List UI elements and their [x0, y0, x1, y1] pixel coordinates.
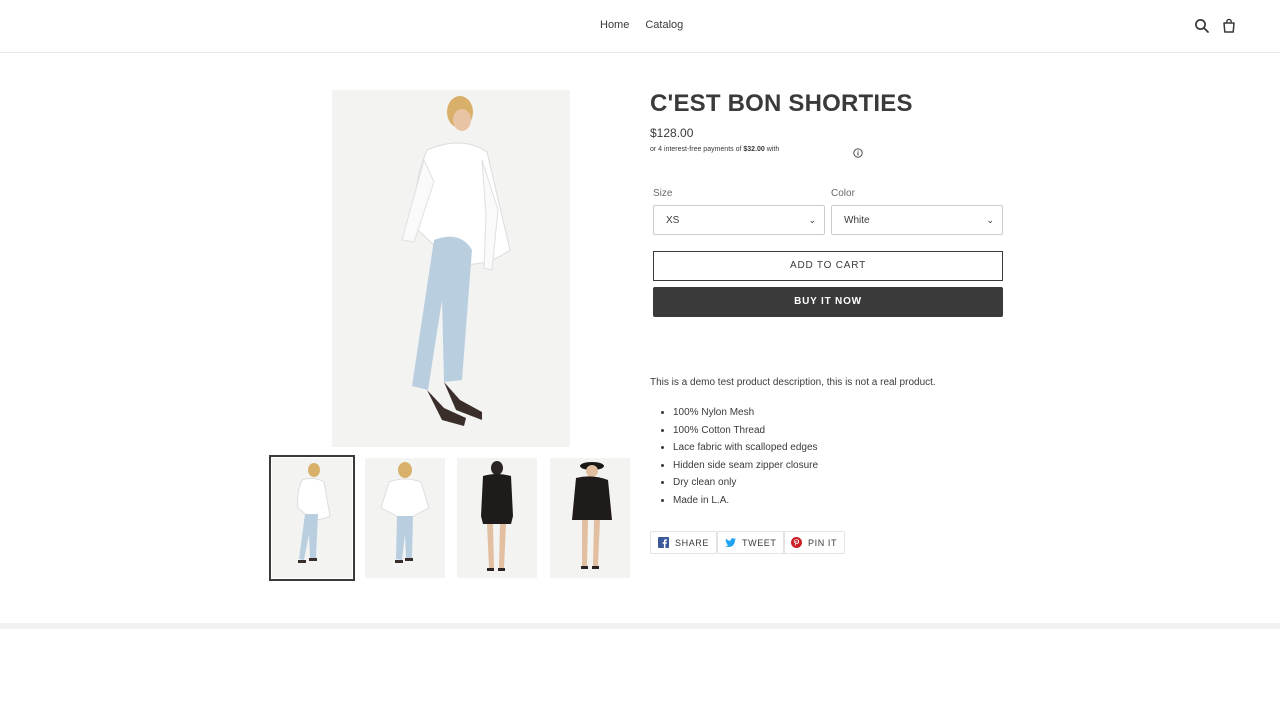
- product-main-image[interactable]: [332, 90, 570, 447]
- size-select-value: XS: [666, 215, 680, 226]
- installment-info: or 4 interest-free payments of $32.00 wi…: [650, 146, 779, 153]
- product-price: $128.00: [650, 126, 694, 140]
- nav-home[interactable]: Home: [600, 19, 629, 31]
- list-item: 100% Nylon Mesh: [673, 406, 818, 424]
- buy-it-now-button[interactable]: BUY IT NOW: [653, 287, 1003, 317]
- size-label: Size: [653, 188, 673, 199]
- feature-list: 100% Nylon Mesh 100% Cotton Thread Lace …: [673, 406, 818, 511]
- thumbnail-1[interactable]: [269, 455, 355, 581]
- product-description: This is a demo test product description,…: [650, 377, 936, 388]
- add-to-cart-button[interactable]: ADD TO CART: [653, 251, 1003, 281]
- color-label: Color: [831, 188, 855, 199]
- main-nav: Home Catalog: [600, 19, 683, 31]
- pinterest-icon: [791, 537, 802, 548]
- search-icon[interactable]: [1194, 18, 1210, 34]
- site-header: Home Catalog: [0, 0, 1280, 53]
- chevron-down-icon: ⌄: [808, 215, 816, 225]
- share-pinterest-label: PIN IT: [808, 537, 838, 548]
- product-title: C'EST BON SHORTIES: [650, 90, 913, 117]
- installment-prefix: or 4 interest-free payments of: [650, 146, 744, 153]
- twitter-icon: [725, 537, 736, 547]
- chevron-down-icon: ⌄: [986, 215, 994, 225]
- list-item: Dry clean only: [673, 476, 818, 494]
- size-select[interactable]: XS ⌄: [653, 205, 825, 235]
- list-item: Lace fabric with scalloped edges: [673, 441, 818, 459]
- share-facebook-button[interactable]: SHARE: [650, 531, 718, 554]
- thumbnail-2[interactable]: [365, 458, 445, 578]
- facebook-icon: [658, 537, 669, 548]
- thumbnail-3[interactable]: [457, 458, 537, 578]
- installment-amount: $32.00: [743, 146, 765, 153]
- cart-icon[interactable]: [1221, 18, 1237, 34]
- installment-suffix: with: [764, 146, 780, 153]
- info-icon[interactable]: [853, 145, 863, 158]
- list-item: 100% Cotton Thread: [673, 424, 818, 442]
- list-item: Hidden side seam zipper closure: [673, 459, 818, 477]
- share-twitter-button[interactable]: TWEET: [717, 531, 785, 554]
- nav-catalog[interactable]: Catalog: [645, 19, 683, 31]
- color-select[interactable]: White ⌄: [831, 205, 1003, 235]
- color-select-value: White: [844, 215, 870, 226]
- footer-divider: [0, 623, 1280, 629]
- list-item: Made in L.A.: [673, 494, 818, 512]
- share-twitter-label: TWEET: [742, 537, 777, 548]
- share-facebook-label: SHARE: [675, 537, 710, 548]
- thumbnail-4[interactable]: [550, 458, 630, 578]
- share-pinterest-button[interactable]: PIN IT: [783, 531, 846, 554]
